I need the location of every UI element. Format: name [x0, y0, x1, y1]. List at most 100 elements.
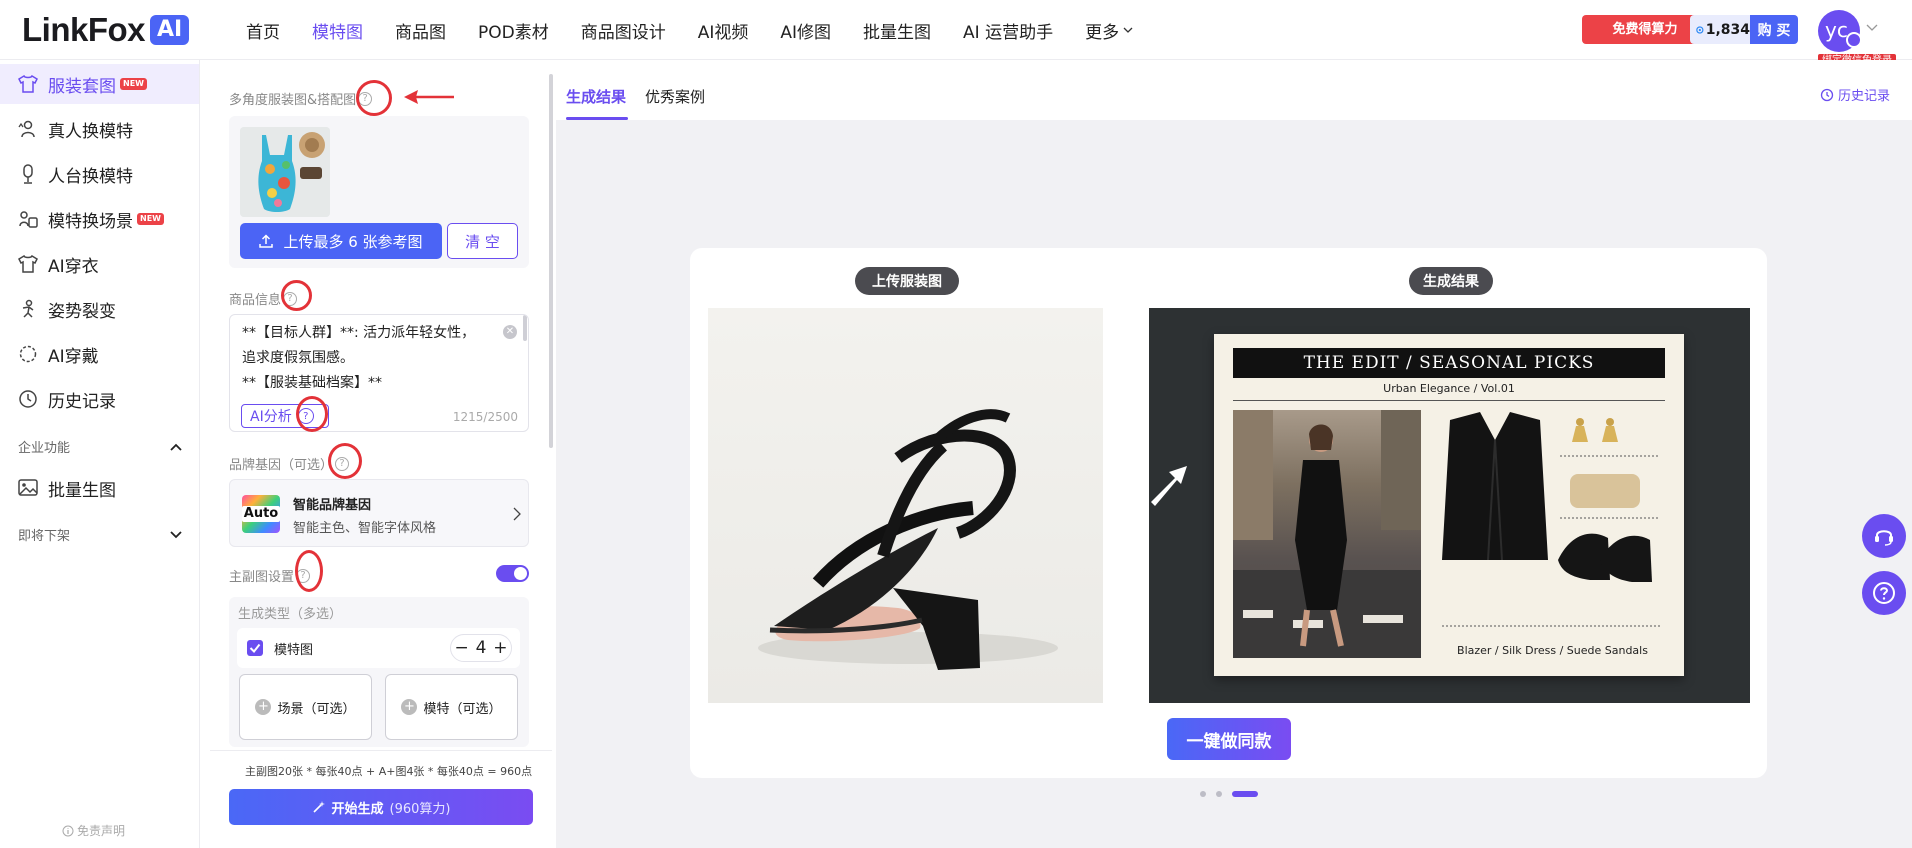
info-icon — [62, 825, 74, 836]
increment-button[interactable]: + — [493, 638, 507, 658]
chevron-up-icon — [170, 443, 182, 451]
tab-results[interactable]: 生成结果 — [566, 86, 626, 107]
sidebar-item-history[interactable]: 历史记录 — [0, 379, 199, 419]
result-image-label: 生成结果 — [1409, 267, 1493, 295]
pose-icon — [18, 299, 38, 319]
magic-wand-icon — [312, 801, 325, 813]
buy-button[interactable]: 购 买 — [1750, 15, 1798, 44]
generated-result-image[interactable]: THE EDIT / SEASONAL PICKS Urban Elegance… — [1149, 308, 1750, 703]
history-link-label: 历史记录 — [1838, 89, 1891, 104]
product-info-line: 追求度假氛围感。 — [242, 350, 354, 366]
brand-subtitle: 智能主色、智能字体风格 — [293, 521, 437, 536]
product-info-line: **【服装基础档案】** — [242, 375, 382, 391]
avatar-chevron-down-icon[interactable] — [1866, 24, 1878, 32]
start-generate-button[interactable]: 开始生成 (960算力) — [229, 789, 533, 825]
decrement-button[interactable]: − — [454, 638, 468, 658]
help-float-button[interactable] — [1862, 571, 1906, 615]
clear-button[interactable]: 清 空 — [447, 223, 518, 259]
nav-home[interactable]: 首页 — [246, 18, 280, 43]
upload-icon — [259, 234, 274, 248]
vip-badge-icon — [1846, 32, 1862, 48]
disclaimer-text: 免责声明 — [77, 824, 126, 838]
make-same-style-button[interactable]: 一键做同款 — [1167, 718, 1291, 760]
poster-divider — [1233, 400, 1665, 401]
nav-ai-video[interactable]: AI视频 — [698, 18, 749, 43]
new-badge: NEW — [120, 78, 147, 90]
nav-product-design[interactable]: 商品图设计 — [581, 18, 666, 43]
main-settings-toggle[interactable] — [496, 565, 529, 582]
chevron-down-icon — [1123, 27, 1133, 33]
nav-product-image[interactable]: 商品图 — [395, 18, 446, 43]
result-poster: THE EDIT / SEASONAL PICKS Urban Elegance… — [1214, 334, 1684, 676]
nav-model-image[interactable]: 模特图 — [312, 18, 363, 43]
disclaimer-link[interactable]: 免责声明 — [62, 822, 125, 839]
model-count-stepper: − 4 + — [450, 634, 512, 662]
sidebar-item-label: 人台换模特 — [48, 166, 133, 187]
sidebar-item-outfit-set[interactable]: 服装套图 NEW — [0, 64, 199, 104]
uploaded-thumbnail[interactable] — [240, 127, 330, 217]
sidebar-item-label: 历史记录 — [48, 391, 116, 412]
model-optional-button[interactable]: + 模特（可选） — [385, 674, 518, 740]
carousel-dot[interactable] — [1200, 791, 1206, 797]
poster-subtitle: Urban Elegance / Vol.01 — [1383, 382, 1515, 395]
annotation-circle — [281, 280, 312, 311]
textarea-scrollbar[interactable] — [523, 315, 527, 341]
product-info-text[interactable]: **【目标人群】**: 活力派年轻女性， 追求度假氛围感。 **【服装基础档案】… — [242, 321, 498, 405]
scene-swap-icon — [18, 209, 38, 229]
sidebar-item-pose-variation[interactable]: 姿势裂变 — [0, 289, 199, 329]
points-balance: 1,834 — [1690, 15, 1750, 44]
history-link[interactable]: 历史记录 — [1820, 85, 1890, 104]
model-count-value[interactable]: 4 — [476, 638, 487, 658]
sidebar-item-mannequin-swap[interactable]: 人台换模特 — [0, 154, 199, 194]
sidebar-item-batch-generate[interactable]: 批量生图 — [0, 468, 199, 508]
start-button-cost: (960算力) — [389, 801, 451, 817]
group-label: 企业功能 — [18, 441, 71, 456]
sidebar-item-ai-wearable[interactable]: AI穿戴 — [0, 334, 199, 374]
char-counter: 1215/2500 — [452, 410, 518, 424]
swap-person-icon — [18, 119, 38, 139]
group-label: 即将下架 — [18, 529, 71, 544]
nav-more[interactable]: 更多 — [1085, 18, 1133, 43]
nav-batch-generate[interactable]: 批量生图 — [863, 18, 931, 43]
poster-caption: Blazer / Silk Dress / Suede Sandals — [1457, 644, 1648, 657]
section-label-text: 商品信息 — [229, 293, 282, 308]
panel-scrollbar[interactable] — [549, 74, 553, 448]
upload-button-label: 上传最多 6 张参考图 — [283, 232, 423, 251]
customer-service-button[interactable] — [1862, 514, 1906, 558]
logo-text: LinkFox — [22, 11, 146, 48]
sidebar-item-ai-dressing[interactable]: AI穿衣 — [0, 244, 199, 284]
sidebar-group-enterprise[interactable]: 企业功能 — [18, 437, 182, 456]
sidebar-group-deprecated[interactable]: 即将下架 — [18, 525, 182, 544]
brand-gene-selector[interactable]: Auto 智能品牌基因 智能主色、智能字体风格 — [229, 479, 529, 547]
upload-button[interactable]: 上传最多 6 张参考图 — [240, 223, 442, 259]
section-label-text: 多角度服装图&搭配图 — [229, 93, 357, 108]
sidebar-item-scene-swap[interactable]: 模特换场景 NEW — [0, 199, 199, 239]
sidebar-item-label: AI穿戴 — [48, 346, 99, 367]
clear-text-icon[interactable]: ✕ — [503, 325, 517, 339]
logo[interactable]: LinkFox AI — [22, 11, 190, 48]
tab-showcase[interactable]: 优秀案例 — [645, 86, 705, 107]
chevron-right-icon — [513, 507, 521, 521]
sidebar-item-label: 模特换场景 — [48, 211, 133, 232]
annotation-arrow-icon — [404, 90, 454, 104]
sidebar-item-label: 服装套图 — [48, 76, 116, 97]
auto-brand-tile: Auto — [241, 495, 281, 533]
model-image-checkbox[interactable] — [247, 640, 263, 656]
scene-optional-button[interactable]: + 场景（可选） — [239, 674, 372, 740]
carousel-dot[interactable] — [1216, 791, 1222, 797]
sidebar: 服装套图 NEW 真人换模特 人台换模特 模特换场景 NEW AI穿衣 姿势裂变… — [0, 60, 200, 848]
sidebar-item-real-model-swap[interactable]: 真人换模特 — [0, 109, 199, 149]
model-image-label: 模特图 — [274, 643, 314, 658]
nav-pod-assets[interactable]: POD素材 — [478, 18, 549, 43]
poster-title: THE EDIT / SEASONAL PICKS — [1233, 348, 1665, 378]
nav-ai-retouch[interactable]: AI修图 — [780, 18, 831, 43]
section-label-images: 多角度服装图&搭配图? — [229, 89, 373, 108]
start-button-label: 开始生成 — [331, 801, 384, 817]
nav-ai-assistant[interactable]: AI 运营助手 — [963, 18, 1053, 43]
shirt-icon — [18, 74, 38, 94]
carousel-dot[interactable] — [1232, 791, 1258, 797]
clock-icon — [18, 389, 38, 409]
poster-street-photo — [1233, 410, 1421, 658]
uploaded-garment-image[interactable] — [708, 308, 1103, 703]
tab-active-indicator — [566, 117, 628, 120]
